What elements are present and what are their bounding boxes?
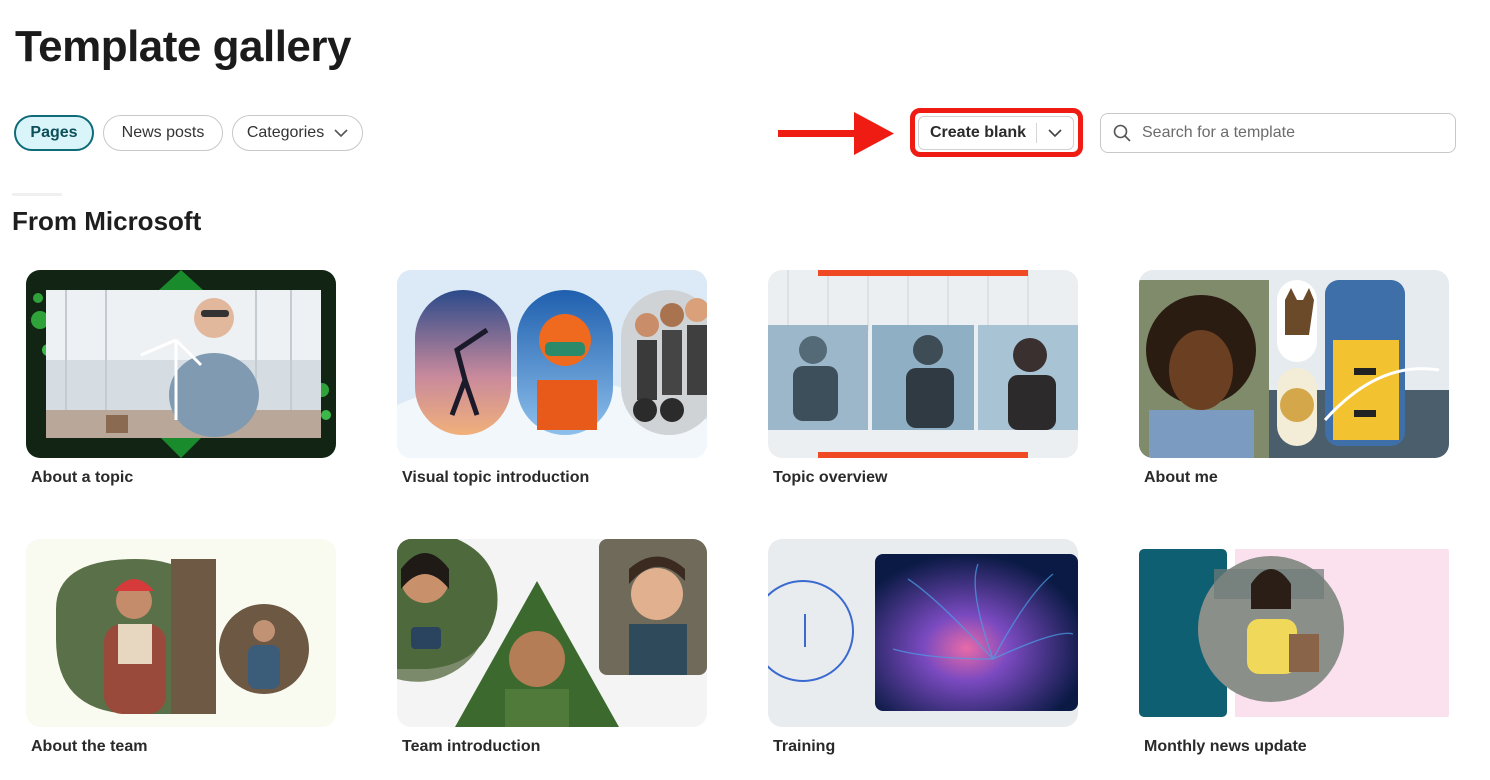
- filter-categories-label: Categories: [246, 124, 325, 141]
- template-label: About me: [1144, 469, 1218, 486]
- search-box[interactable]: [1100, 113, 1456, 153]
- template-label: About the team: [31, 738, 148, 755]
- section-title: From Microsoft: [12, 206, 202, 236]
- template-label: About a topic: [31, 469, 134, 486]
- template-card-monthly-news-update[interactable]: Monthly news update: [1139, 539, 1449, 755]
- filter-news-posts[interactable]: News posts: [103, 115, 223, 151]
- filter-pages[interactable]: Pages: [14, 115, 94, 151]
- template-card-team-introduction[interactable]: Team introduction: [397, 539, 707, 755]
- create-blank-button[interactable]: Create blank: [918, 116, 1074, 150]
- create-blank-label: Create blank: [930, 124, 1027, 141]
- template-card-about-a-topic[interactable]: About a topic: [26, 270, 336, 486]
- template-thumbnail: [1139, 270, 1449, 458]
- page-title: Template gallery: [15, 22, 352, 71]
- template-card-visual-topic-introduction[interactable]: Visual topic introduction: [397, 270, 707, 486]
- filter-pages-label: Pages: [30, 124, 78, 141]
- template-label: Topic overview: [773, 469, 888, 486]
- template-card-topic-overview[interactable]: Topic overview: [768, 270, 1078, 486]
- template-thumbnail: [768, 270, 1078, 458]
- search-input[interactable]: [1140, 123, 1455, 143]
- template-label: Monthly news update: [1144, 738, 1307, 755]
- template-card-training[interactable]: Training: [768, 539, 1078, 755]
- template-thumbnail: [397, 270, 707, 458]
- template-thumbnail: [768, 539, 1078, 727]
- chevron-down-icon: [334, 128, 348, 138]
- template-label: Team introduction: [402, 738, 541, 755]
- create-blank-dropdown-chevron-icon[interactable]: [1037, 128, 1073, 138]
- template-thumbnail: [26, 270, 336, 458]
- template-card-about-the-team[interactable]: About the team: [26, 539, 336, 755]
- template-label: Visual topic introduction: [402, 469, 590, 486]
- red-arrow-annotation: [778, 112, 894, 155]
- filter-news-posts-label: News posts: [121, 124, 205, 141]
- search-icon: [1113, 124, 1131, 142]
- template-thumbnail: [1139, 539, 1449, 727]
- template-label: Training: [773, 738, 836, 755]
- divider: [12, 193, 62, 196]
- template-thumbnail: [26, 539, 336, 727]
- template-card-about-me[interactable]: About me: [1139, 270, 1449, 486]
- filter-categories[interactable]: Categories: [232, 115, 363, 151]
- template-thumbnail: [397, 539, 707, 727]
